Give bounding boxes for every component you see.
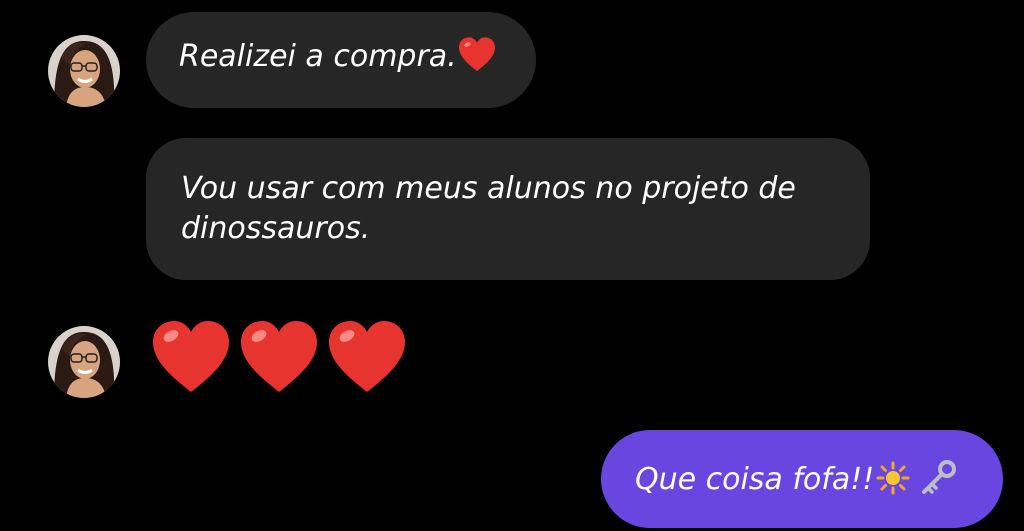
message-bubble-outgoing[interactable]: Que coisa fofa!! [601, 430, 1003, 528]
red-heart-icon [329, 321, 405, 392]
message-bubble-incoming[interactable]: Vou usar com meus alunos no projeto de d… [146, 138, 870, 280]
message-text: Que coisa fofa!! [635, 462, 875, 497]
red-heart-icon [153, 321, 229, 392]
sun-icon [876, 461, 910, 506]
avatar-photo [48, 35, 120, 107]
message-text: Vou usar com meus alunos no projeto de d… [181, 171, 796, 246]
contact-avatar[interactable] [48, 326, 120, 398]
message-text: Realizei a compra. [179, 39, 457, 74]
avatar-photo [48, 326, 120, 398]
red-heart-icon [241, 321, 317, 392]
message-bubble-incoming[interactable]: Realizei a compra. [146, 12, 536, 108]
contact-avatar[interactable] [48, 35, 120, 107]
key-icon [918, 459, 958, 506]
red-heart-icon [457, 36, 497, 83]
